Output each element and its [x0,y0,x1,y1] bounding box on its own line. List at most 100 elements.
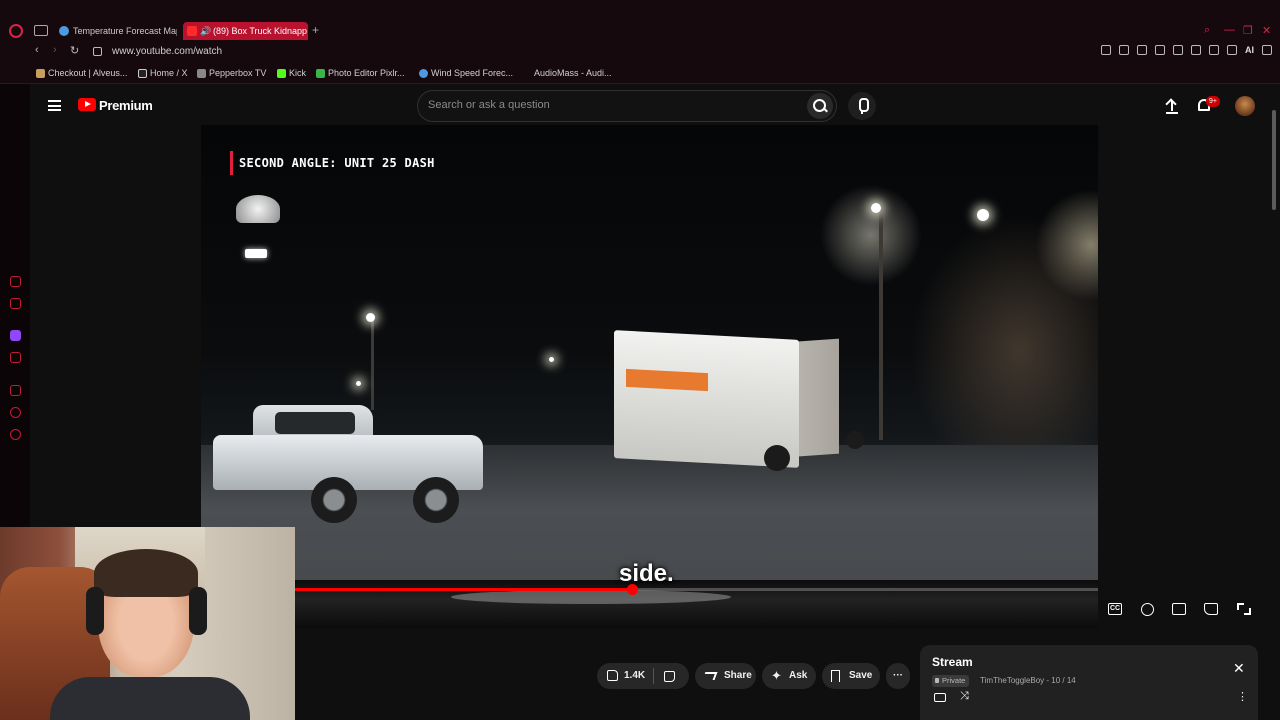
notification-badge: 9+ [1206,96,1220,107]
snapshot-icon[interactable] [1119,45,1129,55]
subtitle-caption: side. [619,560,674,587]
search-icon[interactable] [807,93,833,119]
video-overlay-label: SECOND ANGLE: UNIT 25 DASH [230,151,435,175]
sidebar-aria-icon[interactable] [10,276,21,287]
bookmark-item[interactable]: Photo Editor Pixlr... [316,68,405,78]
youtube-logo-icon[interactable] [78,98,96,111]
reload-icon[interactable]: ↻ [70,44,79,57]
like-count[interactable]: 1.4K [624,663,645,689]
bookmark-icon[interactable] [1101,45,1111,55]
sidebar-settings-icon[interactable] [10,429,21,440]
loop-icon[interactable] [934,693,946,702]
ask-label: Ask [789,670,808,681]
close-icon[interactable]: ✕ [1233,660,1245,677]
playlist-title[interactable]: Stream [932,655,973,669]
street-lamp [871,203,881,213]
bookmarks-bar [0,64,1280,84]
bookmark-item[interactable]: Checkout | Alveus... [36,68,127,78]
sidebar-twitch-icon[interactable] [10,330,21,341]
dislike-icon[interactable] [664,671,675,682]
share-button[interactable]: Share [695,663,756,689]
shuffle-icon[interactable]: ⤨ [960,690,969,703]
tab-label: (89) Box Truck Kidnapp [213,26,308,36]
save-button[interactable]: Save [822,663,880,689]
tab-youtube-active[interactable]: 🔊 (89) Box Truck Kidnapp [183,22,308,40]
share-label: Share [724,670,752,681]
restore-icon[interactable]: ❐ [1243,24,1253,37]
youtube-favicon-icon [187,26,197,36]
extensions-icon[interactable] [1191,45,1201,55]
box-truck [614,330,864,475]
light-pole [879,210,883,440]
speaker-icon[interactable]: 🔊 [200,22,211,40]
person-hair [94,549,198,597]
sidebar-history-icon[interactable] [10,407,21,418]
cast-icon[interactable] [1204,603,1218,615]
minimize-icon[interactable]: — [1224,24,1235,36]
opera-logo-icon[interactable] [9,24,23,38]
webcam-overlay [0,527,295,720]
close-window-icon[interactable]: ✕ [1262,24,1271,37]
menu-icon[interactable] [1262,45,1272,55]
lock-icon[interactable] [93,47,102,56]
share-icon [702,672,718,680]
gear-icon[interactable] [1141,603,1154,616]
youtube-premium-label[interactable]: Premium [99,98,153,113]
more-vert-icon[interactable]: ⋮ [1237,690,1248,703]
microphone-icon[interactable] [848,92,876,120]
forward-icon[interactable]: › [53,44,57,56]
bookmark-item[interactable]: Home / X [138,68,188,78]
bookmark-item[interactable]: Pepperbox TV [197,68,266,78]
miniplayer-icon[interactable] [1172,603,1186,615]
scrollbar-thumb[interactable] [1272,110,1276,210]
upload-icon[interactable] [1166,99,1178,114]
truck-wheel [764,445,790,471]
x-logo-icon [138,69,147,78]
bookmark-favicon-icon [419,69,428,78]
bookmark-item[interactable]: AudioMass - Audi... [522,68,612,78]
ask-button[interactable]: ✦ Ask [762,663,816,689]
wallet-icon[interactable] [1209,45,1219,55]
more-actions-button[interactable]: ··· [886,663,910,689]
download-icon[interactable] [1227,45,1237,55]
bookmark-item[interactable]: Kick [277,68,306,78]
headset-earcup [86,587,104,635]
sparkle-icon: ✦ [771,668,782,683]
shield-icon[interactable] [1137,45,1147,55]
like-dislike-group: 1.4K [597,663,689,689]
video-player[interactable] [201,125,1098,628]
search-input[interactable] [428,99,798,111]
street-lamp [366,313,375,322]
menu-icon[interactable] [48,100,61,111]
sidebar-messenger-icon[interactable] [10,298,21,309]
upload-base [1166,112,1178,114]
ai-button[interactable]: AI [1245,45,1254,55]
avatar[interactable] [1235,96,1255,116]
search-tabs-icon[interactable]: ⌕ [1204,24,1210,37]
bookmark-favicon-icon [197,69,206,78]
like-icon[interactable] [607,670,618,681]
new-tab-button[interactable]: + [312,23,319,37]
headset-earcup [189,587,207,635]
url-field[interactable]: www.youtube.com/watch [112,46,222,57]
sidebar-notes-icon[interactable] [10,385,21,396]
fullscreen-icon[interactable] [1237,603,1251,615]
bookmark-item[interactable]: Wind Speed Forec... [419,68,513,78]
progress-scrubber[interactable] [627,584,638,595]
sidebar-percent-icon[interactable] [10,352,21,363]
progress-fill [295,588,632,591]
player-icon[interactable] [1155,45,1165,55]
back-icon[interactable]: ‹ [35,44,39,56]
address-bar-actions: AI [1101,45,1272,55]
lit-sign [245,249,267,258]
kick-logo-icon [277,69,286,78]
heart-icon[interactable] [1173,45,1183,55]
cc-icon[interactable]: CC [1108,603,1122,615]
search-box[interactable] [417,90,837,122]
privacy-badge: Private [932,675,970,687]
tab-favicon-icon [59,26,69,36]
tab-overview-icon[interactable] [34,25,48,36]
bookmark-icon [831,670,840,682]
tab-temperature-forecast[interactable]: Temperature Forecast Map [55,22,177,40]
person-shirt [50,677,250,720]
